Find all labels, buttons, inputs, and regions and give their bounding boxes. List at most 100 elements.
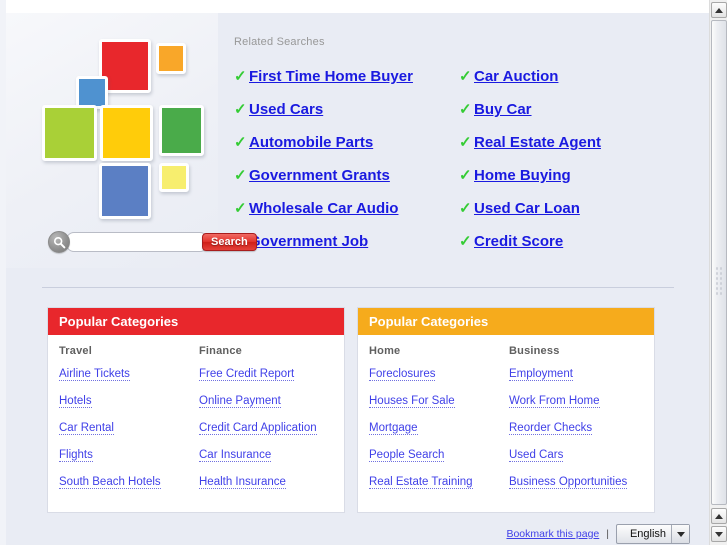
category-link[interactable]: People Search bbox=[369, 449, 445, 462]
related-search-link[interactable]: Used Cars bbox=[249, 101, 323, 118]
magnifier-icon[interactable] bbox=[48, 231, 70, 253]
related-search-link[interactable]: Home Buying bbox=[474, 167, 571, 184]
panel-header: Popular Categories bbox=[358, 308, 654, 335]
related-search-link[interactable]: Real Estate Agent bbox=[474, 134, 601, 151]
category-link-row: People Search bbox=[369, 446, 509, 473]
related-search-item[interactable]: ✓ Automobile Parts bbox=[234, 126, 459, 159]
category-column-title: Travel bbox=[59, 345, 93, 357]
category-link[interactable]: Credit Card Application bbox=[199, 422, 317, 435]
category-link[interactable]: Employment bbox=[509, 368, 573, 381]
category-link-row: Airline Tickets bbox=[59, 365, 199, 392]
related-searches-label: Related Searches bbox=[234, 36, 325, 48]
related-search-link[interactable]: Used Car Loan bbox=[474, 200, 580, 217]
category-link[interactable]: Foreclosures bbox=[369, 368, 436, 381]
related-search-link[interactable]: Car Auction bbox=[474, 68, 558, 85]
top-white-strip bbox=[0, 0, 709, 13]
panel-header: Popular Categories bbox=[48, 308, 344, 335]
category-link-row: Car Rental bbox=[59, 419, 199, 446]
logo-tile bbox=[159, 163, 189, 192]
related-search-link[interactable]: Wholesale Car Audio bbox=[249, 200, 398, 217]
related-search-item[interactable]: ✓ Car Auction bbox=[459, 60, 690, 93]
language-select-value: English bbox=[629, 528, 667, 540]
category-link[interactable]: Health Insurance bbox=[199, 476, 286, 489]
related-search-item[interactable]: ✓ Wholesale Car Audio bbox=[234, 192, 459, 225]
related-search-link[interactable]: Credit Score bbox=[474, 233, 563, 250]
scroll-up-button-bottom[interactable] bbox=[711, 508, 727, 524]
related-search-link[interactable]: Government Job bbox=[249, 233, 368, 250]
check-icon: ✓ bbox=[459, 233, 472, 250]
category-link-row: Real Estate Training bbox=[369, 473, 509, 500]
category-link[interactable]: South Beach Hotels bbox=[59, 476, 161, 489]
related-search-item[interactable]: ✓ Government Grants bbox=[234, 159, 459, 192]
category-link[interactable]: Car Insurance bbox=[199, 449, 272, 462]
logo-tile bbox=[42, 105, 97, 161]
chevron-down-icon[interactable] bbox=[671, 525, 689, 543]
category-column: Business Employment Work From Home Reorder … bbox=[509, 345, 649, 500]
logo-tile bbox=[156, 43, 186, 74]
category-link-row: Credit Card Application bbox=[199, 419, 339, 446]
related-search-item[interactable]: ✓Government Job bbox=[234, 225, 459, 258]
related-search-item[interactable]: ✓ Used Car Loan bbox=[459, 192, 690, 225]
related-links-column-left: ✓ First Time Home Buyer ✓ Used Cars ✓ Automob… bbox=[234, 60, 459, 258]
category-link[interactable]: Flights bbox=[59, 449, 93, 462]
page-content: Search Related Searches ✓ First Time Home… bbox=[0, 0, 709, 545]
category-link-row: Reorder Checks bbox=[509, 419, 649, 446]
category-link[interactable]: Airline Tickets bbox=[59, 368, 130, 381]
search-button[interactable]: Search bbox=[202, 233, 257, 251]
check-icon: ✓ bbox=[234, 68, 247, 85]
related-search-link[interactable]: Government Grants bbox=[249, 167, 390, 184]
scroll-down-button[interactable] bbox=[711, 526, 727, 542]
search-row: Search bbox=[48, 231, 257, 253]
category-column-title: Business bbox=[509, 345, 560, 357]
check-icon: ✓ bbox=[459, 167, 472, 184]
category-link[interactable]: Mortgage bbox=[369, 422, 418, 435]
related-search-item[interactable]: ✓ First Time Home Buyer bbox=[234, 60, 459, 93]
category-link-row: Online Payment bbox=[199, 392, 339, 419]
category-link-row: Free Credit Report bbox=[199, 365, 339, 392]
related-search-item[interactable]: ✓ Used Cars bbox=[234, 93, 459, 126]
logo-tile bbox=[159, 105, 204, 156]
related-search-item[interactable]: ✓ Buy Car bbox=[459, 93, 690, 126]
check-icon: ✓ bbox=[234, 167, 247, 184]
related-search-link[interactable]: Buy Car bbox=[474, 101, 532, 118]
related-search-item[interactable]: ✓ Home Buying bbox=[459, 159, 690, 192]
logo-tile bbox=[100, 105, 153, 161]
category-link-row: Used Cars bbox=[509, 446, 649, 473]
category-link[interactable]: Reorder Checks bbox=[509, 422, 593, 435]
scrollbar-thumb[interactable] bbox=[711, 20, 727, 505]
search-input[interactable] bbox=[66, 232, 208, 252]
related-links-column-right: ✓ Car Auction ✓ Buy Car ✓ Real Estate Agent ✓ H… bbox=[459, 60, 690, 258]
popular-categories-panel-right: Popular Categories Home Foreclosures House… bbox=[357, 307, 655, 513]
category-link[interactable]: Online Payment bbox=[199, 395, 281, 408]
category-link[interactable]: Car Rental bbox=[59, 422, 114, 435]
scroll-up-button-top[interactable] bbox=[711, 2, 727, 18]
category-column: Home Foreclosures Houses For Sale Mortgage P… bbox=[369, 345, 509, 500]
category-link[interactable]: Used Cars bbox=[509, 449, 564, 462]
related-search-link[interactable]: Automobile Parts bbox=[249, 134, 373, 151]
language-select[interactable]: English bbox=[616, 524, 690, 544]
category-link[interactable]: Hotels bbox=[59, 395, 92, 408]
bookmark-page-link[interactable]: Bookmark this page bbox=[506, 528, 599, 540]
site-logo bbox=[42, 35, 232, 240]
category-link[interactable]: Work From Home bbox=[509, 395, 600, 408]
vertical-scrollbar[interactable] bbox=[709, 0, 727, 545]
scrollbar-grip bbox=[715, 266, 723, 296]
footer-separator: | bbox=[606, 528, 609, 540]
category-link-row: Work From Home bbox=[509, 392, 649, 419]
panel-body: Travel Airline Tickets Hotels Car Rental Fli… bbox=[48, 335, 344, 512]
related-search-item[interactable]: ✓ Credit Score bbox=[459, 225, 690, 258]
section-divider bbox=[42, 287, 674, 288]
category-link[interactable]: Houses For Sale bbox=[369, 395, 455, 408]
category-link[interactable]: Free Credit Report bbox=[199, 368, 295, 381]
related-search-link[interactable]: First Time Home Buyer bbox=[249, 68, 413, 85]
popular-categories-panel-left: Popular Categories Travel Airline Tickets… bbox=[47, 307, 345, 513]
footer: Bookmark this page | English bbox=[506, 524, 690, 544]
check-icon: ✓ bbox=[234, 200, 247, 217]
category-link[interactable]: Business Opportunities bbox=[509, 476, 628, 489]
browser-viewport: Search Related Searches ✓ First Time Home… bbox=[0, 0, 727, 545]
related-search-item[interactable]: ✓ Real Estate Agent bbox=[459, 126, 690, 159]
category-link[interactable]: Real Estate Training bbox=[369, 476, 473, 489]
check-icon: ✓ bbox=[234, 134, 247, 151]
category-column-title: Home bbox=[369, 345, 401, 357]
category-link-row: Houses For Sale bbox=[369, 392, 509, 419]
